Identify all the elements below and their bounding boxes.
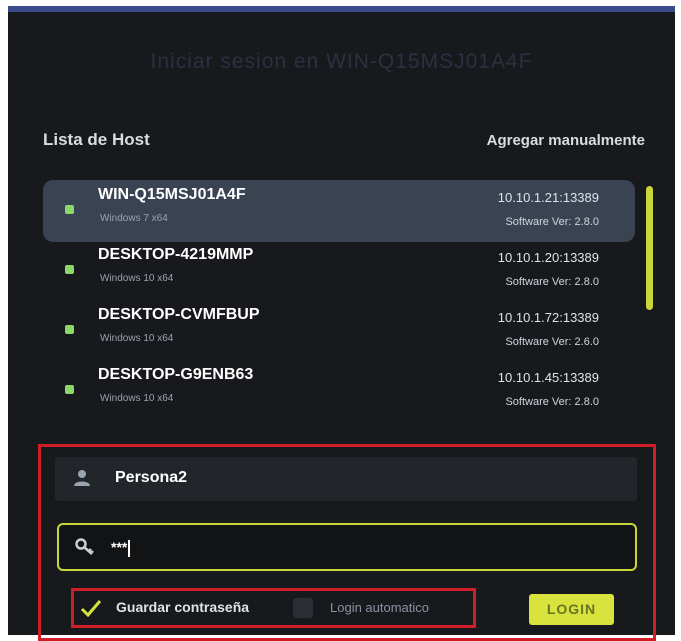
login-options: Guardar contraseña Login automatico bbox=[71, 588, 476, 628]
check-icon[interactable] bbox=[80, 599, 102, 618]
login-button[interactable]: LOGIN bbox=[529, 594, 614, 625]
host-name: WIN-Q15MSJ01A4F bbox=[98, 186, 246, 203]
host-name: DESKTOP-CVMFBUP bbox=[98, 306, 260, 323]
online-status-icon bbox=[65, 325, 74, 334]
host-name: DESKTOP-G9ENB63 bbox=[98, 366, 254, 383]
auto-login-label[interactable]: Login automatico bbox=[330, 600, 429, 615]
host-list-scrollbar[interactable] bbox=[646, 186, 653, 310]
host-os: Windows 10 x64 bbox=[100, 273, 174, 284]
host-address: 10.10.1.72:13389 bbox=[497, 310, 599, 325]
host-address: 10.10.1.21:13389 bbox=[497, 190, 599, 205]
hosts-header: Lista de Host Agregar manualmente bbox=[43, 130, 645, 150]
login-panel: Persona2 *** Guardar contraseña Login au… bbox=[38, 444, 656, 641]
host-version: Software Ver: 2.6.0 bbox=[505, 336, 599, 348]
host-address: 10.10.1.45:13389 bbox=[497, 370, 599, 385]
host-item[interactable]: DESKTOP-4219MMP Windows 10 x64 10.10.1.2… bbox=[43, 240, 635, 302]
host-version: Software Ver: 2.8.0 bbox=[505, 396, 599, 408]
username-value: Persona2 bbox=[115, 469, 188, 486]
add-manually-link[interactable]: Agregar manualmente bbox=[487, 132, 645, 149]
host-item[interactable]: WIN-Q15MSJ01A4F Windows 7 x64 10.10.1.21… bbox=[43, 180, 635, 242]
host-os: Windows 10 x64 bbox=[100, 333, 174, 344]
online-status-icon bbox=[65, 205, 74, 214]
host-version: Software Ver: 2.8.0 bbox=[505, 276, 599, 288]
host-address: 10.10.1.20:13389 bbox=[497, 250, 599, 265]
host-item[interactable]: DESKTOP-CVMFBUP Windows 10 x64 10.10.1.7… bbox=[43, 300, 635, 362]
host-os: Windows 10 x64 bbox=[100, 393, 174, 404]
host-version: Software Ver: 2.8.0 bbox=[505, 216, 599, 228]
host-os: Windows 7 x64 bbox=[100, 213, 168, 224]
host-list: WIN-Q15MSJ01A4F Windows 7 x64 10.10.1.21… bbox=[43, 180, 635, 418]
user-icon bbox=[73, 469, 91, 487]
online-status-icon bbox=[65, 265, 74, 274]
key-icon bbox=[75, 537, 95, 557]
host-item[interactable]: DESKTOP-G9ENB63 Windows 10 x64 10.10.1.4… bbox=[43, 360, 635, 422]
online-status-icon bbox=[65, 385, 74, 394]
save-password-label[interactable]: Guardar contraseña bbox=[116, 599, 249, 615]
login-window: Iniciar sesion en WIN-Q15MSJ01A4F Lista … bbox=[8, 6, 675, 641]
host-list-title: Lista de Host bbox=[43, 130, 150, 149]
window-title: Iniciar sesion en WIN-Q15MSJ01A4F bbox=[150, 50, 533, 73]
host-name: DESKTOP-4219MMP bbox=[98, 246, 254, 263]
auto-login-checkbox[interactable] bbox=[293, 598, 313, 618]
password-field[interactable]: *** bbox=[57, 523, 637, 571]
password-value: *** bbox=[111, 539, 131, 557]
username-field[interactable]: Persona2 bbox=[55, 457, 637, 501]
